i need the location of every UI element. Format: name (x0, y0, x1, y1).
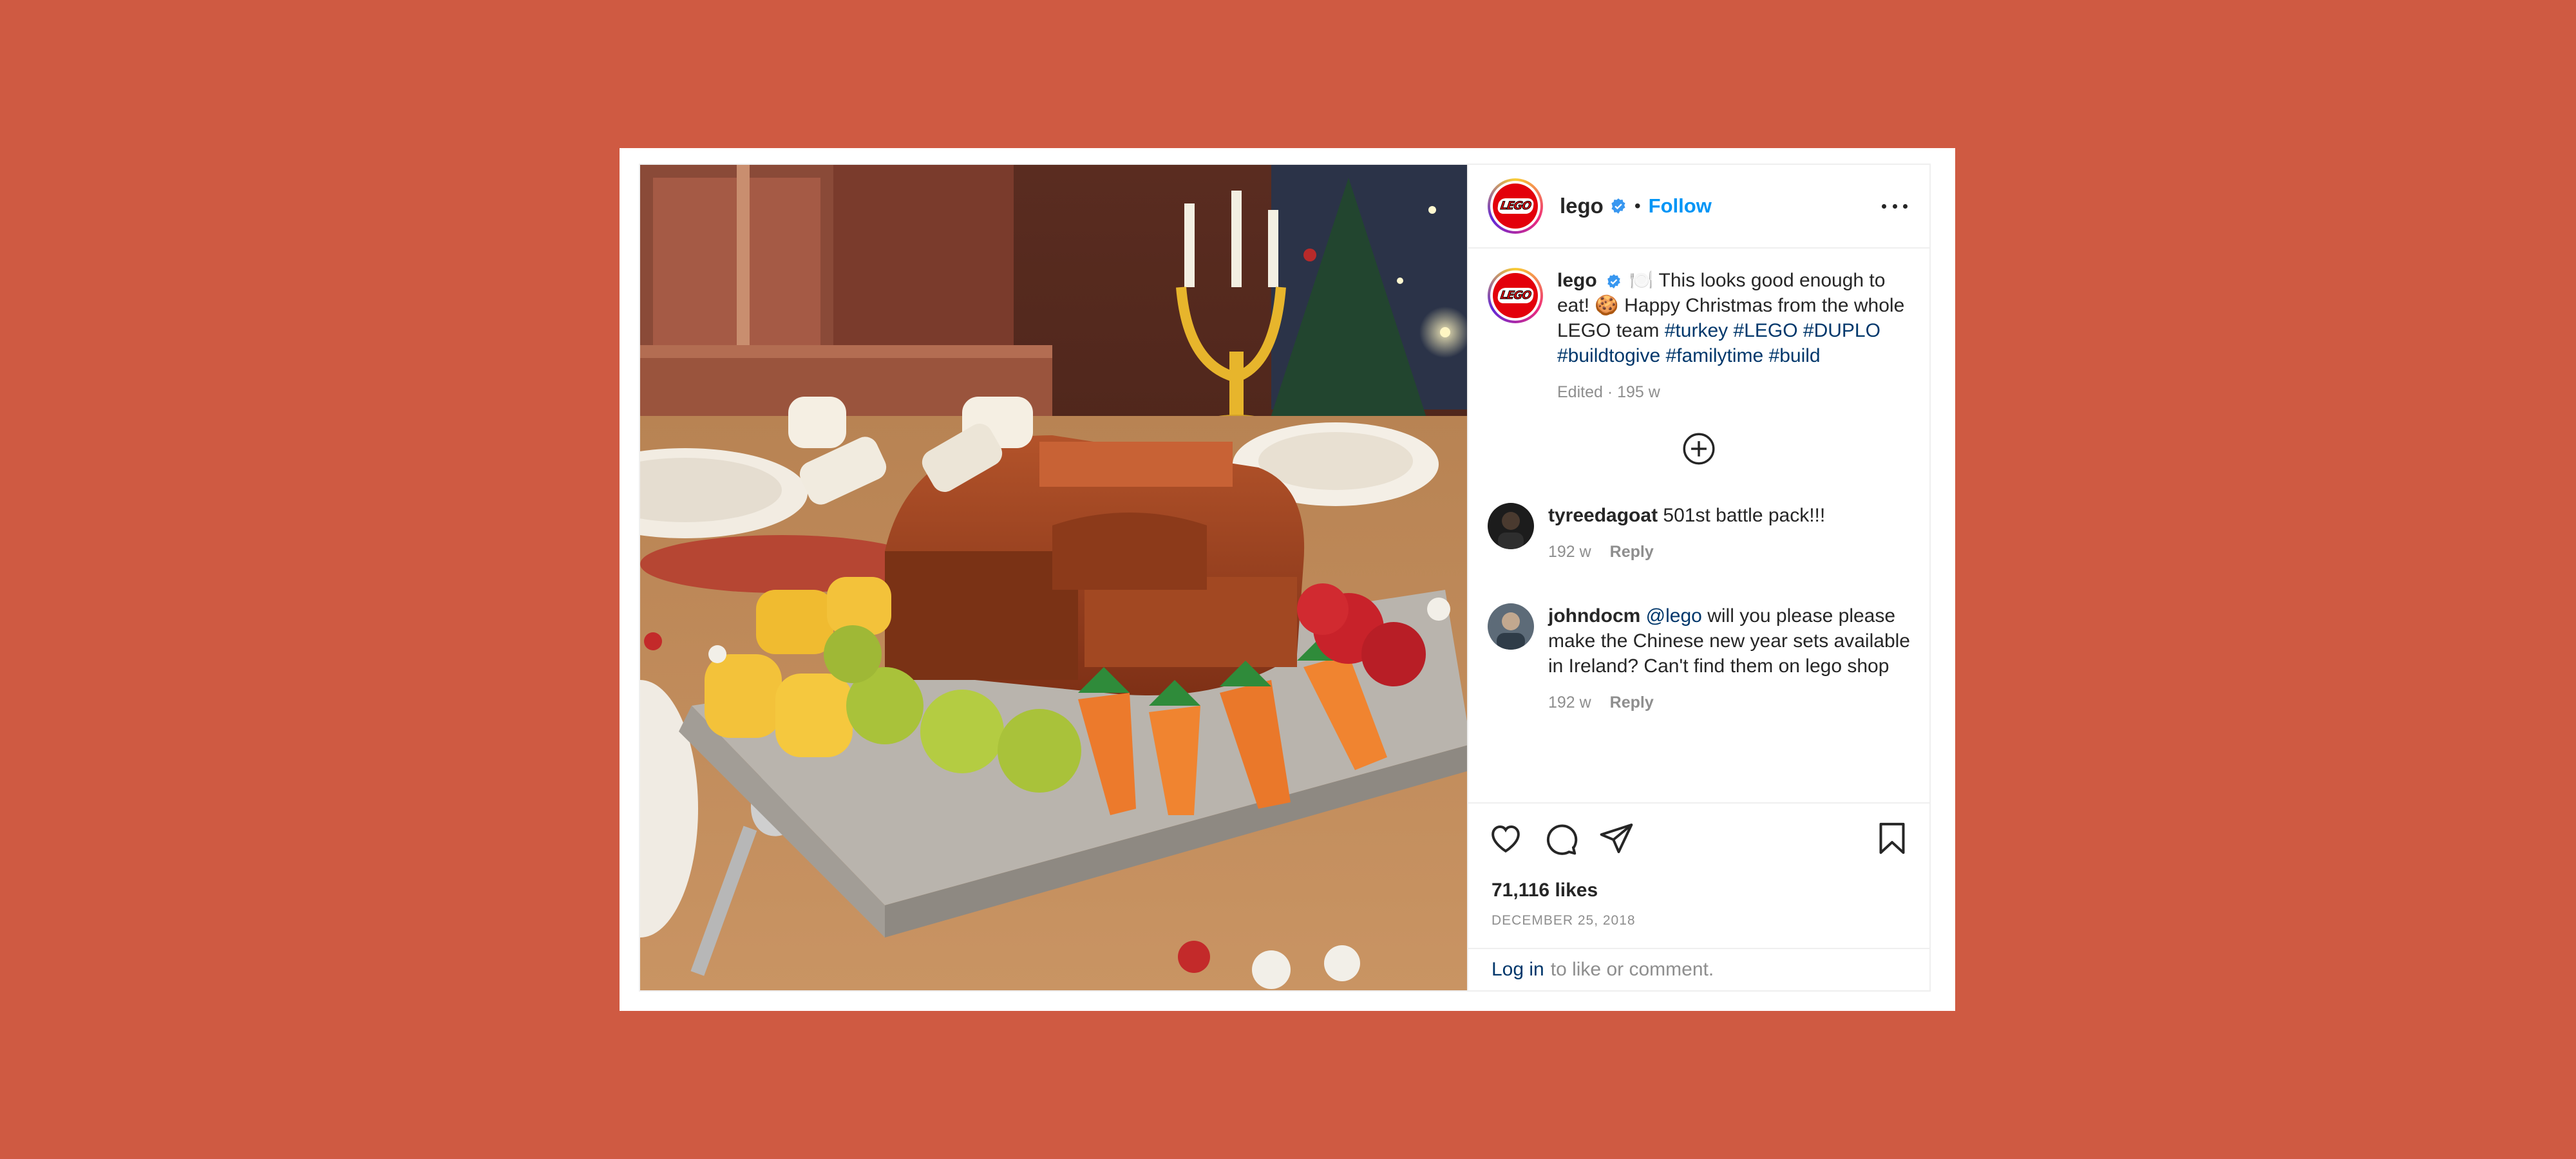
paper-plane-icon[interactable] (1598, 820, 1634, 856)
comment-item: tyreedagoat 501st battle pack!!! 192 w R… (1488, 503, 1910, 565)
follow-button[interactable]: Follow (1649, 194, 1712, 218)
commenter-avatar[interactable] (1488, 503, 1534, 549)
comment-text: 501st battle pack!!! (1663, 505, 1826, 526)
reply-button[interactable]: Reply (1610, 543, 1654, 561)
hashtag[interactable]: #DUPLO (1803, 320, 1880, 341)
comment-username[interactable]: johndocm (1548, 605, 1640, 627)
comments-section: LEGO lego 🍽️ This looks good enough to e… (1468, 249, 1929, 802)
comment-bubble-icon[interactable] (1543, 820, 1579, 856)
caption-text: lego 🍽️ This looks good enough to eat! 🍪… (1557, 268, 1910, 405)
caption-avatar[interactable]: LEGO (1488, 268, 1543, 323)
comment-username[interactable]: tyreedagoat (1548, 505, 1658, 526)
cookie-emoji-icon: 🍪 (1595, 295, 1619, 316)
hashtag[interactable]: #familytime (1665, 345, 1763, 366)
login-link[interactable]: Log in (1492, 959, 1544, 981)
login-prompt: Log in to like or comment. (1468, 948, 1929, 990)
author-username[interactable]: lego (1560, 194, 1604, 218)
comment-age: 192 w (1548, 693, 1591, 711)
plus-circle-icon[interactable] (1682, 432, 1716, 466)
comment-age: 192 w (1548, 543, 1591, 561)
hashtag[interactable]: #buildtogive (1557, 345, 1660, 366)
avatar-photo-icon (1488, 503, 1534, 549)
post-header: LEGO lego • Follow (1468, 165, 1929, 249)
verified-badge-icon (1611, 198, 1625, 214)
lego-turkey-photo (640, 165, 1467, 990)
comment-body: johndocm @lego will you please please ma… (1548, 603, 1910, 715)
hashtag[interactable]: #turkey (1665, 320, 1728, 341)
comment-meta: 192 w Reply (1548, 690, 1910, 715)
hashtag[interactable]: #build (1769, 345, 1821, 366)
caption: LEGO lego 🍽️ This looks good enough to e… (1488, 268, 1910, 405)
login-text: to like or comment. (1550, 959, 1714, 980)
lego-logo-icon: LEGO (1493, 273, 1538, 318)
author-avatar[interactable]: LEGO (1488, 178, 1543, 234)
post-side-panel: LEGO lego • Follow LEGO lego 🍽️ This loo… (1467, 165, 1929, 990)
post-date: DECEMBER 25, 2018 (1492, 913, 1636, 928)
hashtag[interactable]: #LEGO (1733, 320, 1797, 341)
instagram-post: LEGO lego • Follow LEGO lego 🍽️ This loo… (639, 164, 1931, 992)
comment-mention[interactable]: @lego (1646, 605, 1702, 627)
avatar-photo-icon (1488, 603, 1534, 650)
bookmark-icon[interactable] (1874, 820, 1910, 856)
caption-meta: Edited · 195 w (1557, 383, 1660, 401)
heart-icon[interactable] (1488, 820, 1524, 856)
plate-emoji-icon: 🍽️ (1629, 270, 1654, 291)
header-separator: • (1634, 196, 1641, 216)
load-more-comments (1488, 432, 1910, 466)
verified-badge-icon (1607, 274, 1620, 289)
caption-username[interactable]: lego (1557, 270, 1597, 291)
more-options-icon[interactable] (1882, 200, 1908, 212)
likes-count[interactable]: 71,116 likes (1468, 880, 1929, 901)
embed-card: LEGO lego • Follow LEGO lego 🍽️ This loo… (620, 148, 1955, 1011)
commenter-avatar[interactable] (1488, 603, 1534, 650)
comment-body: tyreedagoat 501st battle pack!!! 192 w R… (1548, 503, 1910, 565)
post-photo[interactable] (640, 165, 1467, 990)
action-bar (1468, 802, 1929, 873)
reply-button[interactable]: Reply (1610, 693, 1654, 711)
comment-item: johndocm @lego will you please please ma… (1488, 603, 1910, 715)
comment-meta: 192 w Reply (1548, 540, 1910, 565)
lego-logo-icon: LEGO (1493, 184, 1538, 229)
